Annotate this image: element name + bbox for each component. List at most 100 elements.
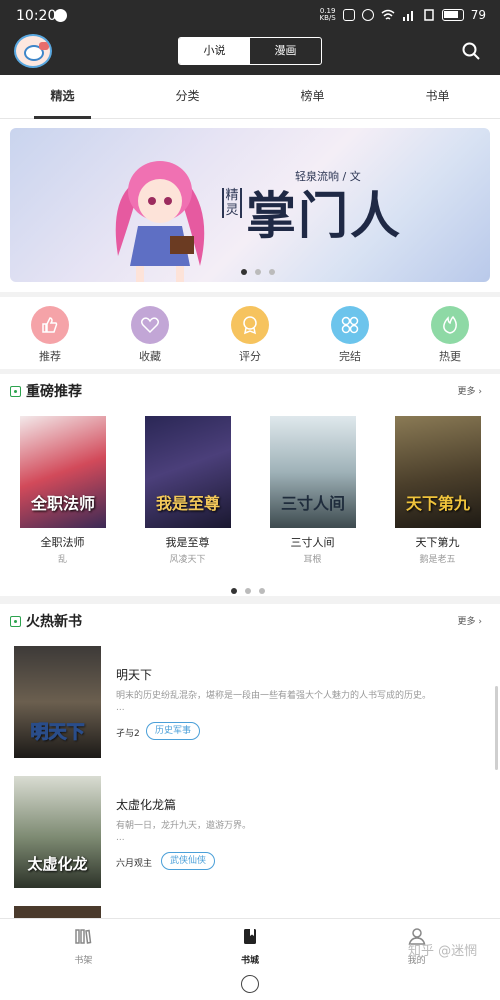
category-rating[interactable]: 评分 [200,297,300,369]
book-author: 六月观主 [116,859,153,869]
banner-genre: 精灵 [222,188,242,218]
featured-pagination [231,588,265,594]
main-tabs: 精选 分类 榜单 书单 [0,75,500,119]
segment-novel[interactable]: 小说 [179,38,250,64]
book-title: 太虚化龙篇 [116,798,177,812]
rating-badge-icon [231,306,269,344]
new-book-item[interactable]: 明天下 明天下 明末的历史纷乱混杂，堪称是一段由一些有着强大个人魅力的人书写成的… [0,646,500,774]
banner-dot-2[interactable] [255,269,261,275]
tab-rankings[interactable]: 榜单 [250,75,375,118]
book-cover: 太虚化龙 [14,776,101,888]
book-title: 天下第九 [415,536,460,549]
category-label: 热更 [439,350,461,363]
featured-dot-3[interactable] [259,588,265,594]
featured-dot-1[interactable] [231,588,237,594]
book-card[interactable]: 我是至尊 我是至尊 风凌天下 [125,416,250,576]
section-marker-icon [10,386,21,397]
book-title: 明天下 [116,668,153,682]
banner-dot-1[interactable] [241,269,247,275]
status-bar: 10:20 0.19 KB/S 79 [0,0,500,32]
thumbs-up-icon [31,306,69,344]
book-title: 三寸人间 [290,536,335,549]
new-books-more-link[interactable]: 更多 › [458,614,482,627]
banner-dot-3[interactable] [269,269,275,275]
new-book-item[interactable]: 太虚化龙 太虚化龙篇 有朝一日，龙升九天，遨游万界。 ... 六月观主 武侠仙侠 [0,776,500,904]
description-ellipsis: ... [116,703,125,713]
book-description: 有朝一日，龙升九天，遨游万界。 [116,821,252,831]
category-recommend[interactable]: 推荐 [0,297,100,369]
category-label: 完结 [339,350,361,363]
status-time: 10:20 [16,8,57,24]
bookstore-icon [244,929,256,944]
top-bar: 10:20 0.19 KB/S 79 小说 漫画 [0,0,500,75]
heart-icon [131,306,169,344]
book-author: 乱 [57,555,67,565]
status-icons: 0.19 KB/S 79 [319,7,486,23]
book-cover: 全职法师 [20,416,106,528]
description-ellipsis: ... [116,833,125,843]
book-cover: 我是至尊 [145,416,231,528]
category-label: 推荐 [39,350,61,363]
genre-tag[interactable]: 武侠仙侠 [161,852,216,870]
banner-pagination [241,269,275,275]
nav-label: 书架 [74,956,93,966]
tab-booklists[interactable]: 书单 [375,75,500,118]
nav-bookstore[interactable]: 书城 [167,919,334,968]
genre-tag[interactable]: 历史军事 [146,722,201,740]
chat-notification-icon [54,9,67,22]
alarm-icon [361,9,374,21]
category-hot-updates[interactable]: 热更 [400,297,500,369]
new-books-header: 火热新书 更多 › [0,604,500,638]
tab-featured[interactable]: 精选 [0,75,125,119]
book-cover: 明天下 [14,646,101,758]
featured-more-link[interactable]: 更多 › [458,384,482,397]
flame-icon [431,306,469,344]
book-card[interactable]: 天下第九 天下第九 鹅是老五 [375,416,500,576]
segment-comic[interactable]: 漫画 [250,38,321,64]
signal-icon [402,11,413,21]
featured-section: 重磅推荐 更多 › 全职法师 全职法师 乱 我是至尊 我是至尊 风凌天下 三寸人… [0,374,500,596]
book-author: 孑与2 [116,729,140,739]
quick-categories: 推荐 收藏 评分 完结 热更 [0,297,500,369]
banner-title: 掌门人 [246,187,402,245]
nav-bookshelf[interactable]: 书架 [0,919,167,968]
search-icon[interactable] [462,42,480,60]
scrollbar[interactable] [495,686,498,770]
featured-dot-2[interactable] [245,588,251,594]
network-speed: 0.19 KB/S [319,7,336,22]
book-card[interactable]: 三寸人间 三寸人间 耳根 [250,416,375,576]
book-author: 耳根 [303,555,322,565]
app-logo-avatar[interactable] [14,34,52,68]
book-title: 我是至尊 [165,536,210,549]
wifi-icon [381,9,395,20]
banner-section: 轻泉流响 / 文 精灵 掌门人 [0,119,500,292]
category-label: 评分 [239,350,261,363]
tab-categories[interactable]: 分类 [125,75,250,118]
banner-illustration [115,161,205,282]
featured-header: 重磅推荐 更多 › [0,374,500,408]
nav-label: 书城 [241,956,260,966]
home-button[interactable] [241,975,259,993]
next-book-cover-peek [14,906,101,918]
vibrate-icon [342,9,355,21]
section-title: 火热新书 [26,614,82,630]
watermark: 知乎 @迷惘 [408,944,478,959]
featured-books: 全职法师 全职法师 乱 我是至尊 我是至尊 风凌天下 三寸人间 三寸人间 耳根 … [0,416,500,576]
book-author: 鹅是老五 [419,555,456,565]
system-nav-bar [0,968,500,1000]
section-title: 重磅推荐 [26,384,82,400]
category-completed[interactable]: 完结 [300,297,400,369]
logo-bow [39,42,49,50]
sim-icon [423,9,434,21]
grid-flower-icon [331,306,369,344]
book-author: 风凌天下 [169,555,206,565]
battery-level: 79 [470,8,486,22]
section-marker-icon [10,616,21,627]
category-favorites[interactable]: 收藏 [100,297,200,369]
book-card[interactable]: 全职法师 全职法师 乱 [0,416,125,576]
new-books-section: 火热新书 更多 › 明天下 明天下 明末的历史纷乱混杂，堪称是一段由一些有着强大… [0,604,500,918]
promo-banner[interactable]: 轻泉流响 / 文 精灵 掌门人 [10,128,490,282]
book-title: 全职法师 [40,536,85,549]
book-cover: 天下第九 [395,416,481,528]
battery-icon [441,9,464,21]
